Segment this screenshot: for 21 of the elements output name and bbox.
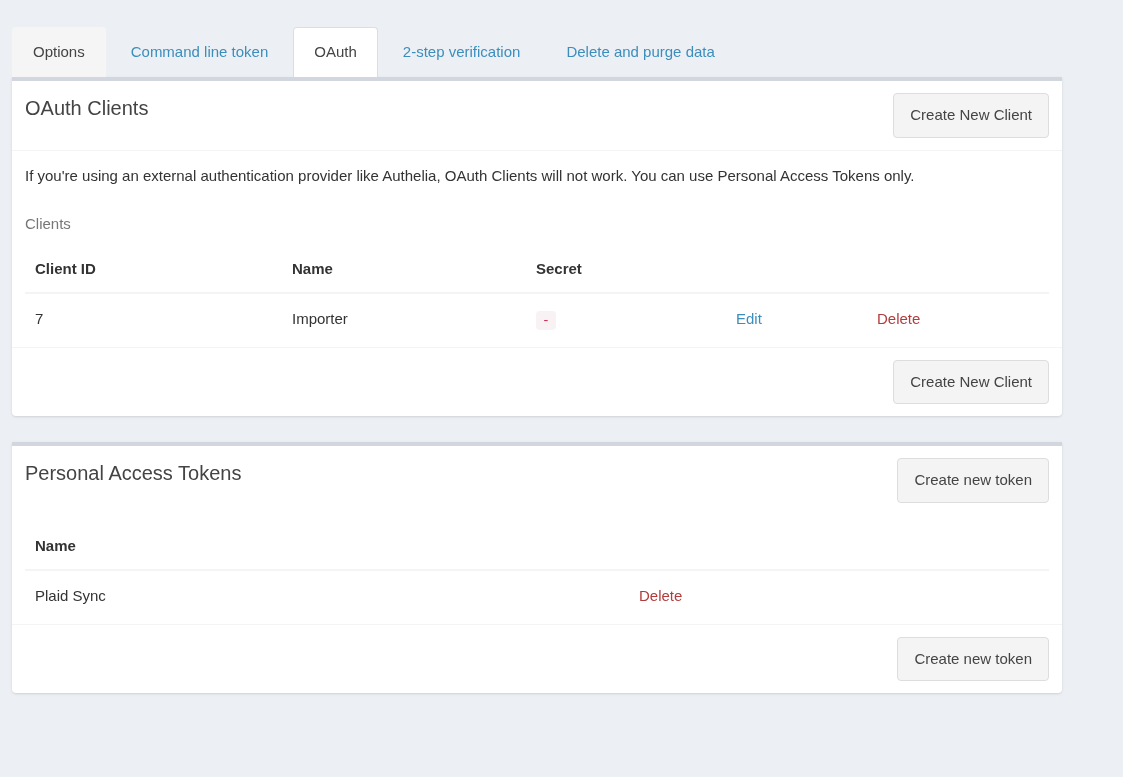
table-caption: Clients <box>25 214 72 234</box>
column-header: Name <box>35 536 76 554</box>
column-header: Client ID <box>35 259 96 277</box>
column-header: Secret <box>536 259 582 277</box>
column-header: Name <box>292 259 333 277</box>
table-cell: 7 <box>35 310 44 327</box>
create-button[interactable]: Create new token <box>897 458 1049 503</box>
delete-link[interactable]: Delete <box>639 587 683 604</box>
tab[interactable]: Options <box>12 27 106 77</box>
table-cell: Importer <box>292 310 348 327</box>
notice-text: If you're using an external authentication provider like Authelia, OAuth Clients will not work. You can use Personal Access Tokens only. <box>25 165 916 186</box>
edit-link[interactable]: Edit <box>736 310 762 327</box>
create-button[interactable]: Create new token <box>897 636 1049 681</box>
panel-title: Personal Access Tokens <box>25 461 242 486</box>
secret-code: - <box>536 311 556 330</box>
create-button[interactable]: Create New Client <box>893 93 1049 138</box>
tab[interactable]: OAuth <box>293 27 378 77</box>
create-button[interactable]: Create New Client <box>893 359 1049 404</box>
table-cell: Plaid Sync <box>35 587 106 604</box>
delete-link[interactable]: Delete <box>877 310 921 327</box>
panel-title: OAuth Clients <box>25 96 149 121</box>
